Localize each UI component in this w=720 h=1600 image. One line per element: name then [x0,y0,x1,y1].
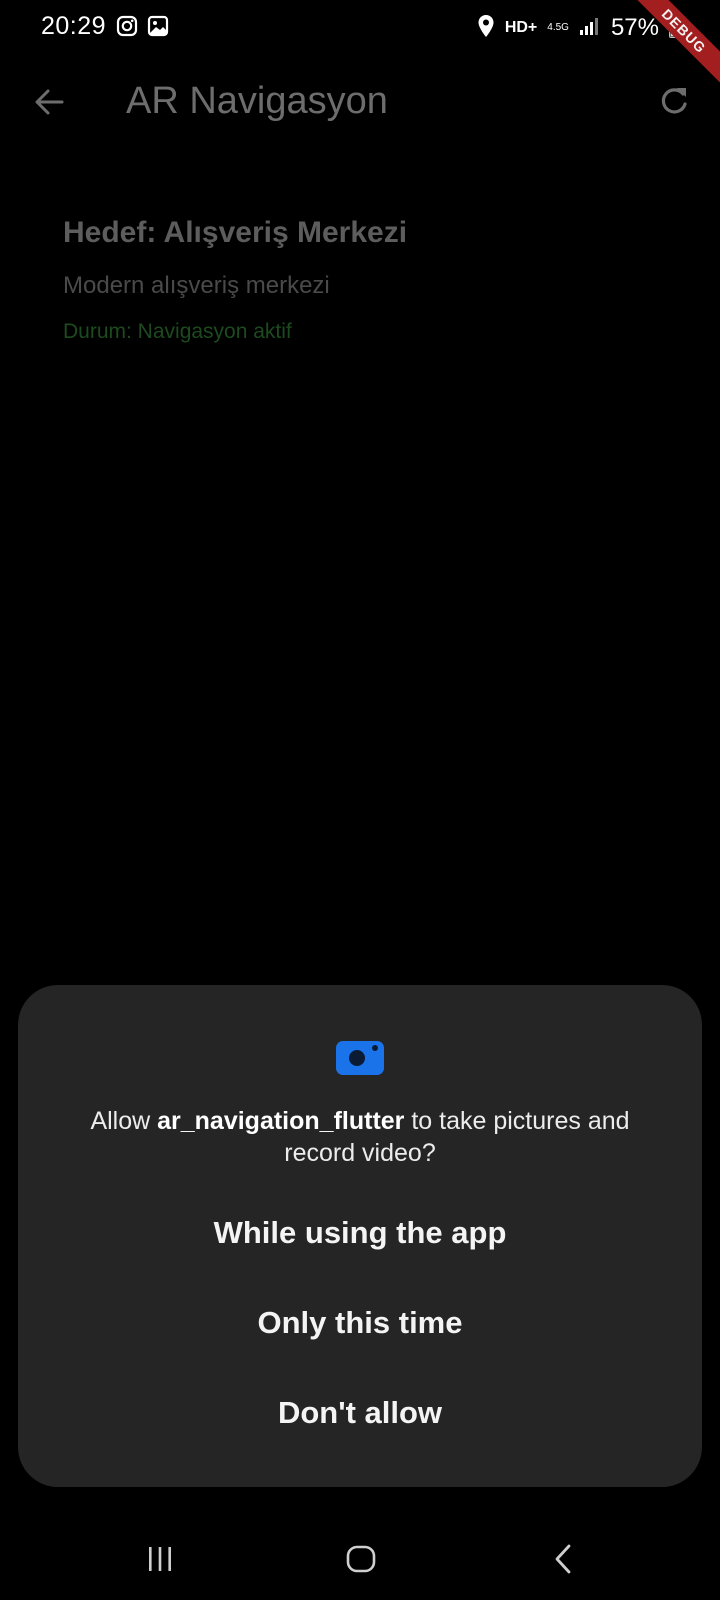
battery-percent: 57% [610,14,659,41]
destination-title: Hedef: Alışveriş Merkezi [63,216,408,249]
back-icon [555,1544,571,1574]
permission-message: Allow ar_navigation_flutter to take pict… [58,1105,662,1169]
while-using-app-button[interactable]: While using the app [18,1193,702,1273]
instagram-icon [116,15,138,42]
app-title: AR Navigasyon [126,80,388,122]
message-prefix: Allow [90,1107,158,1135]
arrow-left-icon [35,89,64,115]
camera-icon [335,1039,385,1077]
destination-panel: Hedef: Alışveriş Merkezi Modern alışveri… [63,216,663,344]
only-this-time-button[interactable]: Only this time [18,1283,702,1363]
refresh-button[interactable] [652,80,696,124]
status-left-icons [116,15,169,42]
status-right-icons: HD+ 4.5G 57% [477,12,681,44]
recent-apps-icon [149,1547,171,1571]
status-time: 20:29 [41,12,107,40]
app-name: ar_navigation_flutter [157,1107,405,1135]
gallery-icon [147,15,169,42]
signal-icon [579,16,601,41]
home-icon [346,1545,376,1573]
recent-apps-button[interactable] [135,1534,185,1584]
location-icon [477,14,495,43]
app-bar: AR Navigasyon [0,60,720,150]
destination-description: Modern alışveriş merkezi [63,272,330,299]
home-button[interactable] [336,1534,386,1584]
permission-dialog: Allow ar_navigation_flutter to take pict… [18,985,702,1487]
dont-allow-button[interactable]: Don't allow [18,1373,702,1453]
refresh-icon [661,88,687,114]
navigation-status: Durum: Navigasyon aktif [63,320,292,343]
back-button[interactable] [28,80,72,124]
status-bar: 20:29 HD+ 4.5G 57% DEBUG [0,0,720,89]
network-type-indicator: 4.5G [547,22,569,33]
hd-voice-indicator: HD+ [504,19,538,36]
system-back-button[interactable] [538,1534,588,1584]
system-nav-bar [0,1520,720,1600]
